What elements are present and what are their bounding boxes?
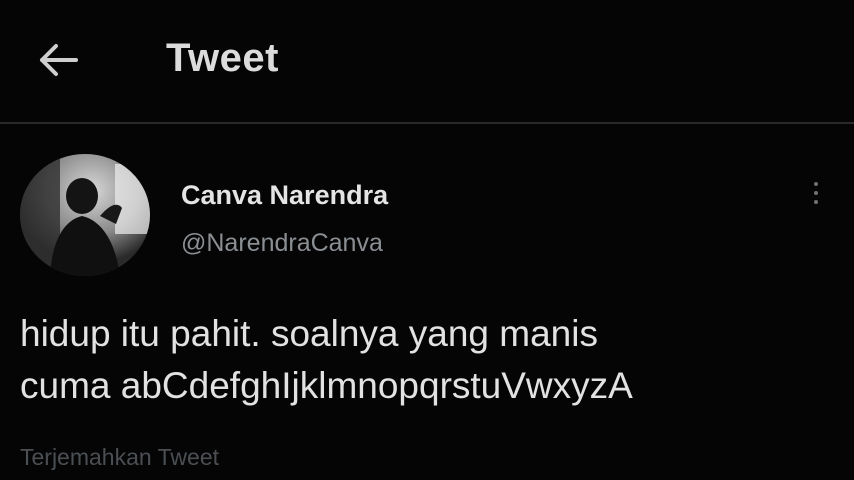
more-options-button[interactable] — [802, 174, 830, 212]
author-handle[interactable]: @NarendraCanva — [181, 229, 383, 258]
back-arrow-icon — [40, 44, 78, 76]
more-vertical-icon-dot — [814, 191, 818, 195]
translate-tweet-link[interactable]: Terjemahkan Tweet — [20, 444, 219, 471]
tweet-text: hidup itu pahit. soalnya yang manis cuma… — [20, 313, 633, 406]
back-button[interactable] — [36, 38, 80, 82]
top-bar: Tweet — [0, 0, 854, 124]
author-name[interactable]: Canva Narendra — [181, 180, 388, 211]
avatar-photo — [20, 154, 150, 276]
more-vertical-icon — [814, 182, 818, 186]
avatar[interactable] — [20, 154, 150, 276]
tweet-detail-screen: Tweet Canva Narendra @NarendraCanva hidu… — [0, 0, 854, 480]
page-title: Tweet — [166, 36, 279, 80]
more-vertical-icon-dot — [814, 200, 818, 204]
